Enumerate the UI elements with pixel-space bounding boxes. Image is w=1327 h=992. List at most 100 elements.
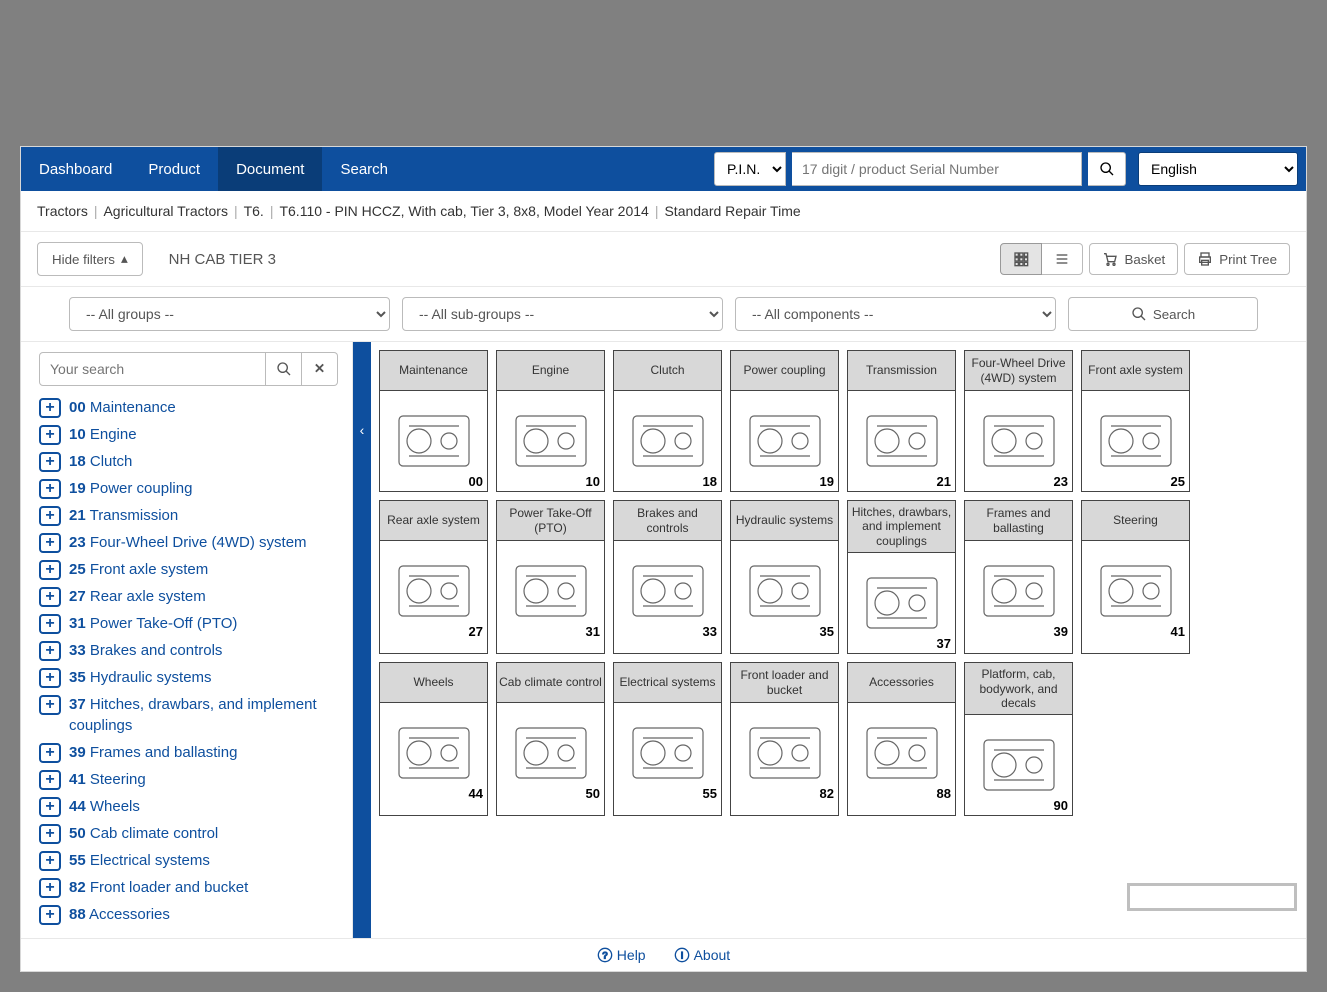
print-tree-button[interactable]: Print Tree (1184, 243, 1290, 275)
sidebar-collapse-handle[interactable]: ‹ (353, 342, 371, 938)
tree-item-23[interactable]: +23 Four-Wheel Drive (4WD) system (39, 529, 338, 556)
chat-widget[interactable] (1127, 883, 1297, 911)
category-card-90[interactable]: Platform, cab, bodywork, and decals90 (964, 662, 1073, 816)
language-select[interactable]: English (1138, 152, 1298, 186)
card-code: 37 (937, 636, 951, 651)
tree-item-39[interactable]: +39 Frames and ballasting (39, 739, 338, 766)
tree-item-00[interactable]: +00 Maintenance (39, 394, 338, 421)
tree-item-50[interactable]: +50 Cab climate control (39, 820, 338, 847)
tree-item-82[interactable]: +82 Front loader and bucket (39, 874, 338, 901)
expand-icon[interactable]: + (39, 668, 61, 688)
expand-icon[interactable]: + (39, 641, 61, 661)
card-image: 82 (731, 703, 838, 803)
nav-item-search[interactable]: Search (322, 147, 406, 191)
about-link[interactable]: i About (674, 947, 731, 963)
expand-icon[interactable]: + (39, 587, 61, 607)
groups-select[interactable]: -- All groups -- (69, 297, 390, 331)
tree-item-41[interactable]: +41 Steering (39, 766, 338, 793)
category-card-44[interactable]: Wheels44 (379, 662, 488, 816)
breadcrumb-item[interactable]: T6.110 - PIN HCCZ, With cab, Tier 3, 8x8… (279, 203, 648, 219)
expand-icon[interactable]: + (39, 851, 61, 871)
expand-icon[interactable]: + (39, 797, 61, 817)
sidebar-search-input[interactable] (39, 352, 266, 386)
filter-search-button[interactable]: Search (1068, 297, 1258, 331)
tree-label: 18 Clutch (69, 451, 132, 472)
category-card-31[interactable]: Power Take-Off (PTO)31 (496, 500, 605, 654)
expand-icon[interactable]: + (39, 452, 61, 472)
tree-item-44[interactable]: +44 Wheels (39, 793, 338, 820)
nav-item-dashboard[interactable]: Dashboard (21, 147, 130, 191)
tree-item-18[interactable]: +18 Clutch (39, 448, 338, 475)
category-card-21[interactable]: Transmission21 (847, 350, 956, 492)
expand-icon[interactable]: + (39, 824, 61, 844)
category-card-41[interactable]: Steering41 (1081, 500, 1190, 654)
nav-item-document[interactable]: Document (218, 147, 322, 191)
toolbar-right: Basket Print Tree (1000, 243, 1290, 275)
category-card-39[interactable]: Frames and ballasting39 (964, 500, 1073, 654)
grid-view-button[interactable] (1000, 243, 1042, 275)
category-card-25[interactable]: Front axle system25 (1081, 350, 1190, 492)
tree-item-88[interactable]: +88 Accessories (39, 901, 338, 928)
components-select[interactable]: -- All components -- (735, 297, 1056, 331)
sidebar-search-button[interactable] (266, 352, 302, 386)
tree-item-31[interactable]: +31 Power Take-Off (PTO) (39, 610, 338, 637)
pin-select[interactable]: P.I.N. (714, 152, 786, 186)
category-card-35[interactable]: Hydraulic systems35 (730, 500, 839, 654)
category-card-88[interactable]: Accessories88 (847, 662, 956, 816)
help-link[interactable]: ? Help (597, 947, 646, 963)
category-card-18[interactable]: Clutch18 (613, 350, 722, 492)
expand-icon[interactable]: + (39, 905, 61, 925)
card-code: 27 (469, 624, 483, 639)
category-card-10[interactable]: Engine10 (496, 350, 605, 492)
expand-icon[interactable]: + (39, 614, 61, 634)
print-icon (1197, 251, 1213, 267)
tree-item-19[interactable]: +19 Power coupling (39, 475, 338, 502)
tree-item-10[interactable]: +10 Engine (39, 421, 338, 448)
expand-icon[interactable]: + (39, 479, 61, 499)
tree-label: 33 Brakes and controls (69, 640, 222, 661)
basket-icon (1102, 251, 1118, 267)
category-card-33[interactable]: Brakes and controls33 (613, 500, 722, 654)
category-card-19[interactable]: Power coupling19 (730, 350, 839, 492)
basket-button[interactable]: Basket (1089, 243, 1178, 275)
breadcrumb-item[interactable]: Agricultural Tractors (103, 203, 227, 219)
sidebar-clear-button[interactable]: ✕ (302, 352, 338, 386)
expand-icon[interactable]: + (39, 533, 61, 553)
sidebar-search: ✕ (39, 352, 338, 386)
category-card-00[interactable]: Maintenance00 (379, 350, 488, 492)
expand-icon[interactable]: + (39, 398, 61, 418)
expand-icon[interactable]: + (39, 878, 61, 898)
category-card-82[interactable]: Front loader and bucket82 (730, 662, 839, 816)
expand-icon[interactable]: + (39, 560, 61, 580)
category-card-37[interactable]: Hitches, drawbars, and implement couplin… (847, 500, 956, 654)
tree-item-33[interactable]: +33 Brakes and controls (39, 637, 338, 664)
tree-item-21[interactable]: +21 Transmission (39, 502, 338, 529)
tree-item-27[interactable]: +27 Rear axle system (39, 583, 338, 610)
serial-search-button[interactable] (1088, 152, 1126, 186)
card-image: 19 (731, 391, 838, 491)
expand-icon[interactable]: + (39, 506, 61, 526)
expand-icon[interactable]: + (39, 770, 61, 790)
category-grid: Maintenance00Engine10Clutch18Power coupl… (371, 342, 1306, 938)
expand-icon[interactable]: + (39, 695, 61, 715)
nav-item-product[interactable]: Product (130, 147, 218, 191)
breadcrumb-item[interactable]: Tractors (37, 203, 88, 219)
tree-item-55[interactable]: +55 Electrical systems (39, 847, 338, 874)
tree-item-35[interactable]: +35 Hydraulic systems (39, 664, 338, 691)
category-card-27[interactable]: Rear axle system27 (379, 500, 488, 654)
serial-input[interactable] (792, 152, 1082, 186)
category-card-23[interactable]: Four-Wheel Drive (4WD) system23 (964, 350, 1073, 492)
hide-filters-button[interactable]: Hide filters ▴ (37, 242, 143, 276)
category-card-50[interactable]: Cab climate control50 (496, 662, 605, 816)
card-header: Wheels (380, 663, 487, 703)
expand-icon[interactable]: + (39, 743, 61, 763)
category-tree: +00 Maintenance+10 Engine+18 Clutch+19 P… (39, 394, 338, 928)
breadcrumb-separator: | (94, 203, 98, 219)
list-view-button[interactable] (1042, 243, 1083, 275)
expand-icon[interactable]: + (39, 425, 61, 445)
breadcrumb-item[interactable]: T6. (244, 203, 264, 219)
tree-item-25[interactable]: +25 Front axle system (39, 556, 338, 583)
subgroups-select[interactable]: -- All sub-groups -- (402, 297, 723, 331)
category-card-55[interactable]: Electrical systems55 (613, 662, 722, 816)
tree-item-37[interactable]: +37 Hitches, drawbars, and implement cou… (39, 691, 338, 739)
